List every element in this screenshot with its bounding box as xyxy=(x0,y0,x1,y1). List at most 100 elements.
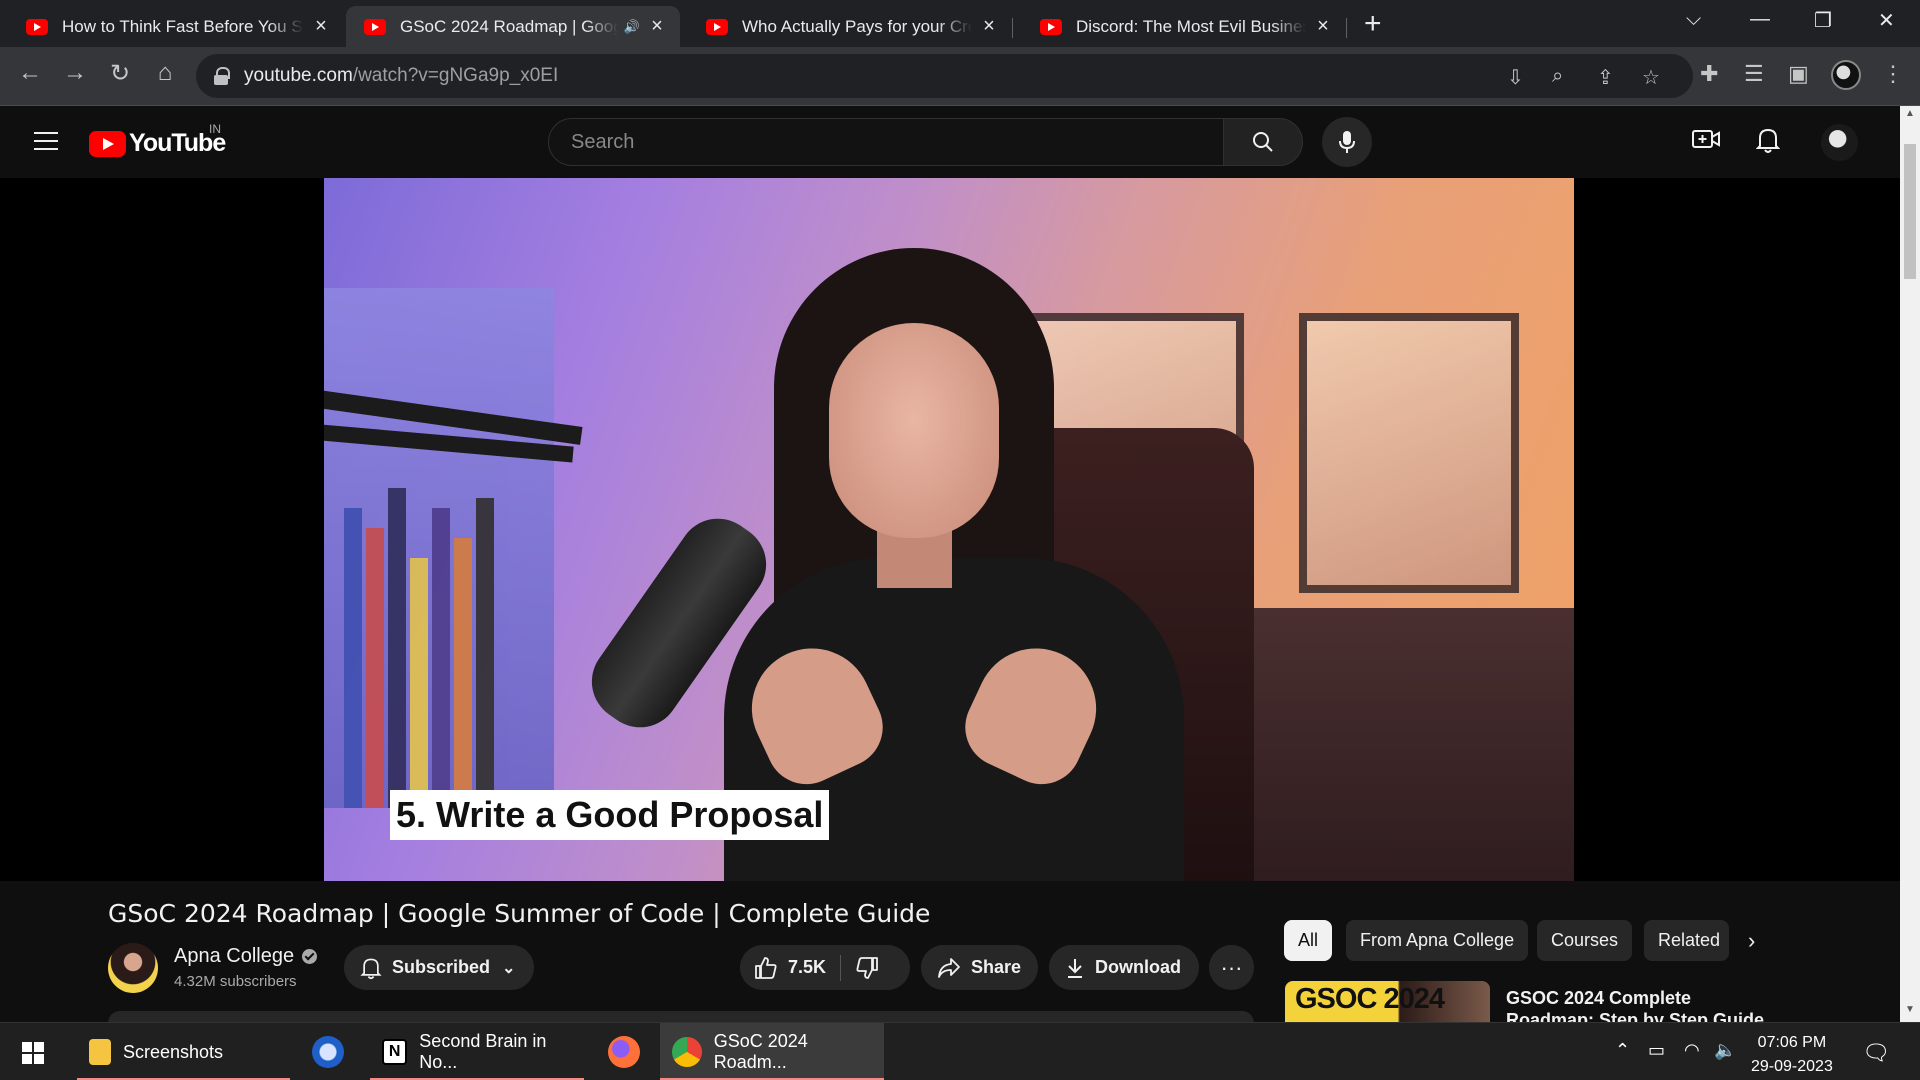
volume-icon[interactable]: 🔈 xyxy=(1714,1040,1736,1061)
channel-name[interactable]: Apna College xyxy=(174,945,294,968)
speaker-icon[interactable]: 🔊 xyxy=(624,19,640,35)
search-button[interactable] xyxy=(1223,118,1303,166)
share-page-icon[interactable]: ⇪ xyxy=(1597,65,1614,90)
address-bar[interactable]: youtube.com/watch?v=gNGa9p_x0EI ⇩ ⌕ ⇪ ☆ xyxy=(196,54,1693,98)
battery-icon[interactable]: ▭ xyxy=(1648,1040,1665,1061)
forward-arrow-icon[interactable]: → xyxy=(60,59,90,87)
scrollbar-thumb[interactable] xyxy=(1904,144,1916,279)
tray-overflow-chevron-icon[interactable]: ⌃ xyxy=(1615,1040,1630,1061)
tab-title: Discord: The Most Evil Business I xyxy=(1076,16,1306,36)
browser-tab-strip: How to Think Fast Before You Sp × GSoC 2… xyxy=(0,0,1920,47)
notifications-icon[interactable]: 🗨 xyxy=(1862,1040,1890,1066)
new-tab-button[interactable]: + xyxy=(1364,9,1382,39)
more-actions-button[interactable]: ··· xyxy=(1209,945,1254,990)
youtube-favicon-icon xyxy=(706,18,728,35)
youtube-play-logo-icon xyxy=(89,130,126,157)
thumbs-down-icon[interactable] xyxy=(855,956,879,980)
create-video-icon[interactable] xyxy=(1692,128,1720,157)
notion-icon: N xyxy=(382,1039,408,1065)
download-button[interactable]: Download xyxy=(1049,945,1199,990)
youtube-logo[interactable]: YouTube IN xyxy=(89,122,226,158)
tab-separator xyxy=(1346,18,1347,38)
close-window-button[interactable]: ✕ xyxy=(1878,8,1895,33)
taskbar-app-label: GSoC 2024 Roadm... xyxy=(713,1031,808,1072)
mail-client-icon xyxy=(312,1036,344,1068)
tab-close-icon[interactable]: × xyxy=(1312,15,1334,38)
side-panel-icon[interactable]: ▣ xyxy=(1788,61,1809,87)
video-scene-frame xyxy=(1299,313,1519,593)
subscribed-button[interactable]: Subscribed ⌄ xyxy=(344,945,534,990)
windows-start-icon[interactable] xyxy=(22,1042,44,1064)
zoom-icon[interactable]: ⌕ xyxy=(1552,65,1563,88)
tab-close-icon[interactable]: × xyxy=(646,15,668,38)
share-button[interactable]: Share xyxy=(921,945,1038,990)
install-app-icon[interactable]: ⇩ xyxy=(1507,65,1524,90)
restore-button[interactable]: ❐ xyxy=(1814,8,1832,33)
url-host: youtube.com xyxy=(244,65,353,86)
extensions-puzzle-icon[interactable]: ✚ xyxy=(1700,61,1718,87)
scroll-down-arrow-icon[interactable]: ▼ xyxy=(1905,1004,1915,1015)
taskbar-app-screenshots[interactable]: Screenshots xyxy=(77,1023,290,1080)
taskbar-app-firefox[interactable] xyxy=(596,1023,656,1080)
browser-tab[interactable]: Discord: The Most Evil Business I × xyxy=(1014,6,1346,47)
taskbar-app-label: Screenshots xyxy=(123,1041,224,1062)
tab-close-icon[interactable]: × xyxy=(310,15,332,38)
home-icon[interactable]: ⌂ xyxy=(150,59,180,87)
taskbar-app-label: Second Brain in No... xyxy=(419,1031,547,1072)
share-arrow-icon xyxy=(938,957,960,978)
scroll-up-arrow-icon[interactable]: ▲ xyxy=(1905,108,1915,119)
url-text[interactable]: youtube.com/watch?v=gNGa9p_x0EI xyxy=(244,65,558,87)
youtube-favicon-icon xyxy=(364,18,386,35)
chip-all[interactable]: All xyxy=(1284,920,1333,961)
recommended-thumbnail[interactable]: GSOC 2024 xyxy=(1285,981,1490,1025)
chrome-menu-icon[interactable]: ⋮ xyxy=(1882,61,1904,87)
video-scene-face xyxy=(829,323,999,538)
back-arrow-icon[interactable]: ← xyxy=(15,59,45,87)
verified-badge-icon xyxy=(302,949,318,964)
recommended-title[interactable]: GSOC 2024 Complete Roadmap: Step by Step… xyxy=(1506,987,1766,1027)
chip-from-apna-college[interactable]: From Apna College xyxy=(1346,920,1529,961)
windows-taskbar: Screenshots N Second Brain in No... GSoC… xyxy=(0,1022,1920,1080)
reload-icon[interactable]: ↻ xyxy=(105,59,135,88)
channel-avatar[interactable] xyxy=(108,943,158,993)
notifications-bell-icon[interactable] xyxy=(1755,126,1781,161)
like-count: 7.5K xyxy=(788,957,827,977)
voice-search-button[interactable] xyxy=(1322,117,1372,167)
menu-hamburger-icon[interactable] xyxy=(34,132,58,150)
minimize-button[interactable]: — xyxy=(1750,8,1770,31)
microphone-icon xyxy=(1339,131,1355,153)
channel-name-row[interactable]: Apna College xyxy=(174,945,318,968)
clock-date: 29-09-2023 xyxy=(1751,1058,1833,1075)
taskbar-app-notion[interactable]: N Second Brain in No... xyxy=(370,1023,584,1080)
like-button[interactable]: 7.5K xyxy=(754,956,826,980)
tab-close-icon[interactable]: × xyxy=(978,15,1000,38)
browser-tab[interactable]: How to Think Fast Before You Sp × xyxy=(0,6,344,47)
page-scrollbar[interactable]: ▲ ▼ xyxy=(1900,106,1920,1022)
lock-icon[interactable] xyxy=(214,67,230,85)
user-avatar[interactable] xyxy=(1821,124,1858,161)
search-input[interactable] xyxy=(571,130,1171,154)
browser-tab[interactable]: Who Actually Pays for your Cred × xyxy=(680,6,1012,47)
subscriber-count: 4.32M subscribers xyxy=(174,973,297,990)
video-player[interactable]: 5. Write a Good Proposal xyxy=(324,178,1574,881)
thumbs-up-icon xyxy=(755,956,777,979)
taskbar-app-thunderbird[interactable] xyxy=(300,1023,360,1080)
system-clock[interactable]: 07:06 PM 29-09-2023 xyxy=(1751,1031,1833,1079)
like-dislike-group: 7.5K xyxy=(740,945,910,990)
chevron-down-icon: ⌄ xyxy=(502,959,516,977)
profile-avatar[interactable] xyxy=(1831,60,1861,90)
chevron-right-icon[interactable]: › xyxy=(1748,928,1755,954)
video-caption-overlay: 5. Write a Good Proposal xyxy=(390,790,830,840)
taskbar-app-chrome[interactable]: GSoC 2024 Roadm... xyxy=(660,1023,884,1080)
chip-related[interactable]: Related xyxy=(1644,920,1729,961)
chip-courses[interactable]: Courses xyxy=(1537,920,1633,961)
tab-search-icon[interactable]: ⌵ xyxy=(1686,8,1701,31)
bookmark-star-icon[interactable]: ☆ xyxy=(1642,65,1660,90)
firefox-icon xyxy=(608,1036,640,1068)
wifi-icon[interactable]: ◠ xyxy=(1684,1040,1700,1061)
browser-tab-active[interactable]: GSoC 2024 Roadmap | Goog 🔊 × xyxy=(346,6,680,47)
subscribed-label: Subscribed xyxy=(392,957,491,977)
media-control-icon[interactable]: ☰ xyxy=(1744,61,1764,87)
clock-time: 07:06 PM xyxy=(1757,1034,1827,1051)
tab-title: GSoC 2024 Roadmap | Goog xyxy=(400,16,618,36)
